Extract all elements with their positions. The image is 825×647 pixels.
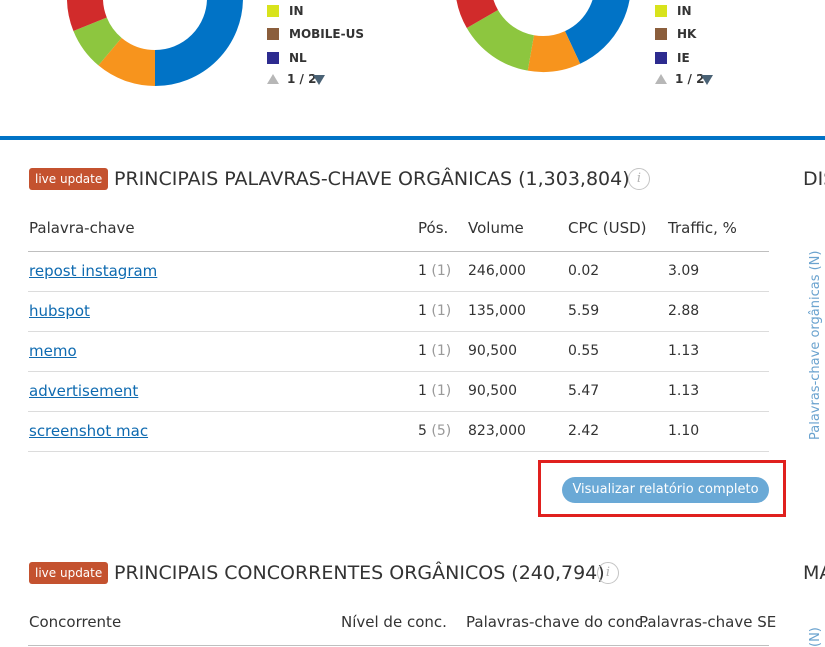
column-header-keyword[interactable]: Palavra-chave [29, 219, 135, 237]
keyword-link[interactable]: repost instagram [29, 262, 157, 280]
cpc-cell: 5.47 [568, 383, 600, 399]
position-value: 1 [418, 303, 427, 319]
position-cell: 1 (1) [418, 343, 451, 359]
keyword-link[interactable]: advertisement [29, 382, 138, 400]
column-header-common-keywords[interactable]: Palavras-chave do conc. [466, 613, 648, 631]
previous-position: (1) [431, 383, 452, 399]
volume-cell: 135,000 [468, 303, 526, 319]
row-divider [28, 331, 769, 332]
legend-swatch [655, 5, 667, 17]
volume-cell: 823,000 [468, 423, 526, 439]
previous-position: (5) [431, 423, 452, 439]
donut-segment-green [466, 9, 535, 71]
info-icon[interactable]: i [597, 562, 619, 584]
position-value: 1 [418, 263, 427, 279]
position-value: 1 [418, 343, 427, 359]
traffic-cell: 1.13 [668, 343, 700, 359]
section-title: PRINCIPAIS CONCORRENTES ORGÂNICOS (240,7… [114, 562, 605, 584]
live-update-badge: live update [29, 168, 109, 190]
info-icon[interactable]: i [628, 168, 650, 190]
column-header-competitor[interactable]: Concorrente [29, 613, 121, 631]
column-header-se-keywords[interactable]: Palavras-chave SE [639, 613, 776, 631]
pager-up-icon[interactable] [655, 74, 667, 84]
donut-chart-right [456, 0, 630, 72]
column-header-cpc[interactable]: CPC (USD) [568, 219, 647, 237]
traffic-cell: 2.88 [668, 303, 700, 319]
pager-down-icon[interactable] [701, 75, 713, 85]
position-cell: 1 (1) [418, 383, 451, 399]
volume-cell: 246,000 [468, 263, 526, 279]
position-cell: 1 (1) [418, 303, 451, 319]
legend-label: HK [677, 27, 697, 41]
donut-segment-blue [154, 0, 243, 86]
side-section-title: MA [803, 562, 825, 584]
position-value: 1 [418, 383, 427, 399]
row-divider [28, 371, 769, 372]
column-header-volume[interactable]: Volume [468, 219, 524, 237]
cpc-cell: 0.55 [568, 343, 600, 359]
legend-swatch [267, 28, 279, 40]
previous-position: (1) [431, 343, 452, 359]
donut-segment-orange [527, 30, 581, 72]
legend-label: IN [289, 4, 304, 18]
keyword-link[interactable]: memo [29, 342, 77, 360]
legend-swatch [655, 28, 667, 40]
section-divider [0, 136, 825, 140]
section-title: PRINCIPAIS PALAVRAS-CHAVE ORGÂNICAS (1,3… [114, 168, 630, 190]
chart-legend-right: IN HK IE 1 / 2 [655, 4, 765, 94]
cpc-cell: 5.59 [568, 303, 600, 319]
legend-label: MOBILE-US [289, 27, 364, 41]
donut-segment-orange [98, 37, 156, 86]
legend-label: NL [289, 51, 307, 65]
legend-label: IE [677, 51, 690, 65]
legend-label: IN [677, 4, 692, 18]
chart-legend-left: IN MOBILE-US NL 1 / 2 [267, 4, 377, 94]
donut-chart-left [67, 0, 243, 86]
cpc-cell: 2.42 [568, 423, 600, 439]
volume-cell: 90,500 [468, 383, 517, 399]
column-header-position[interactable]: Pós. [418, 219, 448, 237]
legend-swatch [267, 5, 279, 17]
column-header-traffic[interactable]: Traffic, % [668, 219, 737, 237]
position-value: 5 [418, 423, 427, 439]
row-divider [28, 451, 769, 452]
cpc-cell: 0.02 [568, 263, 600, 279]
row-divider [28, 291, 769, 292]
vertical-axis-label: (N) [808, 627, 823, 647]
live-update-badge: live update [29, 562, 109, 584]
volume-cell: 90,500 [468, 343, 517, 359]
donut-segment-green [73, 16, 123, 66]
keyword-link[interactable]: screenshot mac [29, 422, 148, 440]
keyword-link[interactable]: hubspot [29, 302, 90, 320]
position-cell: 5 (5) [418, 423, 451, 439]
traffic-cell: 1.10 [668, 423, 700, 439]
donut-segment-red [456, 0, 499, 28]
table-header-divider [28, 251, 769, 252]
traffic-cell: 1.13 [668, 383, 700, 399]
column-header-competition-level[interactable]: Nível de conc. [341, 613, 447, 631]
table-header-divider [28, 645, 769, 646]
legend-swatch [655, 52, 667, 64]
traffic-cell: 3.09 [668, 263, 700, 279]
previous-position: (1) [431, 303, 452, 319]
legend-swatch [267, 52, 279, 64]
pager-down-icon[interactable] [313, 75, 325, 85]
donut-segment-red [67, 0, 108, 31]
pager-up-icon[interactable] [267, 74, 279, 84]
view-full-report-button[interactable]: Visualizar relatório completo [562, 477, 769, 503]
row-divider [28, 411, 769, 412]
position-cell: 1 (1) [418, 263, 451, 279]
vertical-axis-label: Palavras-chave orgânicas (N) [808, 250, 823, 440]
side-section-title: DIS [803, 168, 825, 190]
previous-position: (1) [431, 263, 452, 279]
